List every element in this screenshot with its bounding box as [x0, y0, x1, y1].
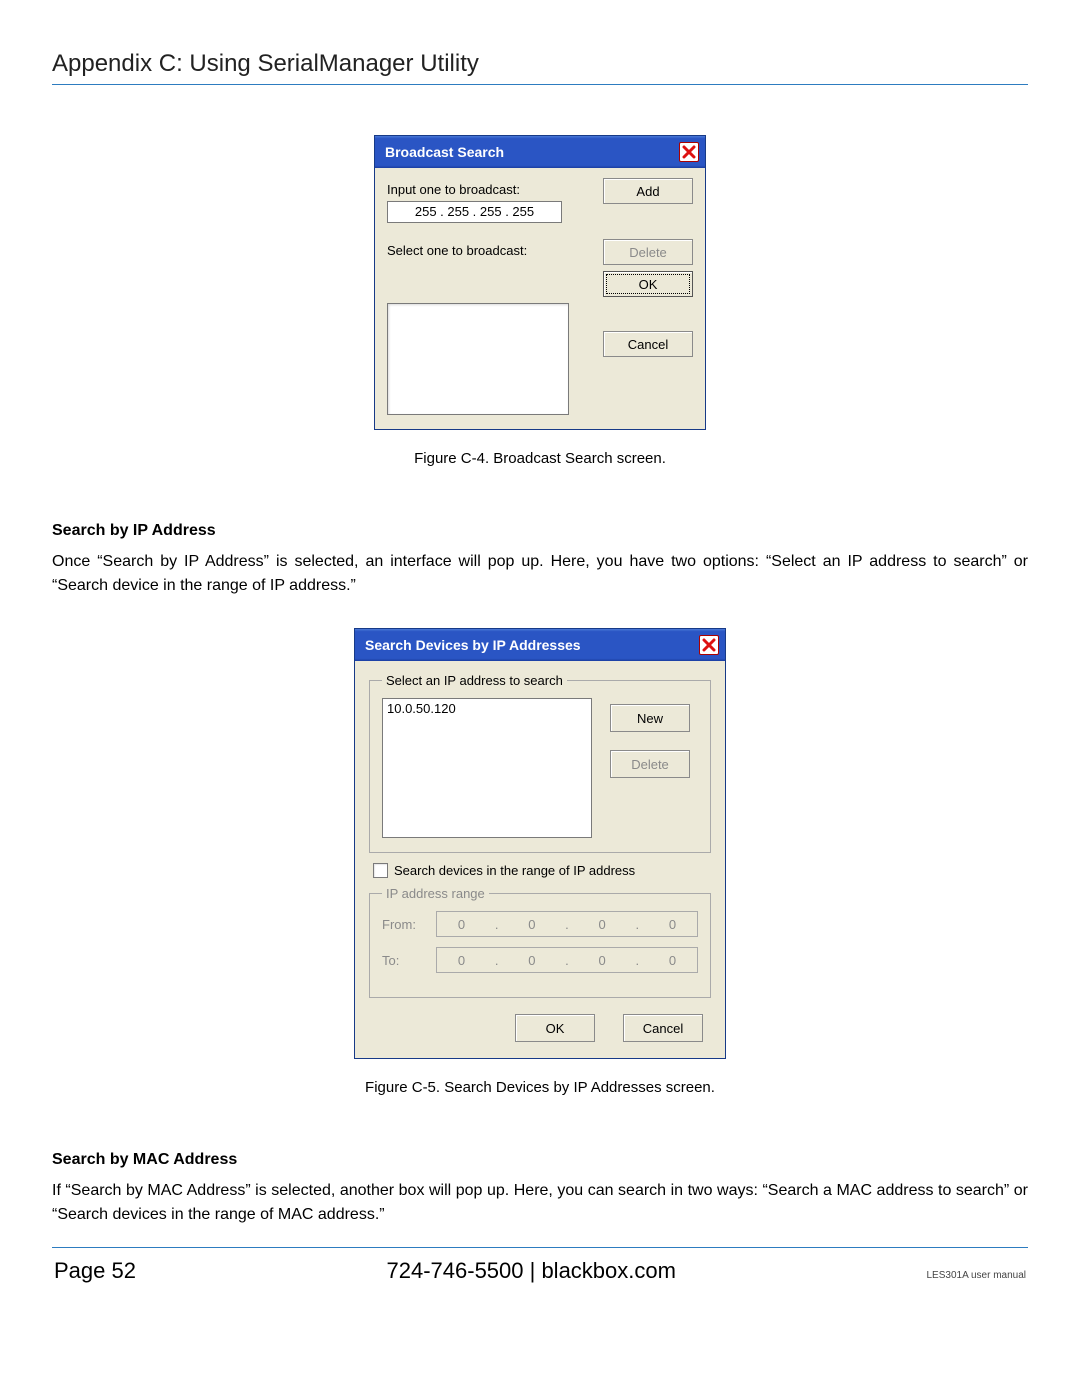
octet: 0: [458, 953, 465, 968]
select-ip-group: Select an IP address to search 10.0.50.1…: [369, 673, 711, 853]
section-heading-mac: Search by MAC Address: [52, 1151, 1028, 1169]
input-broadcast-label: Input one to broadcast:: [387, 178, 587, 197]
range-checkbox-label: Search devices in the range of IP addres…: [394, 863, 635, 878]
octet: 0: [528, 917, 535, 932]
to-ip-input: 0. 0. 0. 0: [436, 947, 698, 973]
delete-button[interactable]: Delete: [610, 750, 690, 778]
range-checkbox[interactable]: [373, 863, 388, 878]
octet: 0: [599, 953, 606, 968]
octet: 0: [528, 953, 535, 968]
page-title: Appendix C: Using SerialManager Utility: [52, 50, 1028, 78]
footer-rule: [52, 1247, 1028, 1248]
octet: 0: [458, 917, 465, 932]
ip-listbox[interactable]: 10.0.50.120: [382, 698, 592, 838]
new-button[interactable]: New: [610, 704, 690, 732]
figure-caption-c4: Figure C-4. Broadcast Search screen.: [52, 450, 1028, 467]
close-icon[interactable]: [699, 635, 719, 655]
ok-button[interactable]: OK: [515, 1014, 595, 1042]
dialog-title: Search Devices by IP Addresses: [365, 637, 581, 653]
search-ip-dialog: Search Devices by IP Addresses Select an…: [354, 628, 726, 1059]
figure-caption-c5: Figure C-5. Search Devices by IP Address…: [52, 1079, 1028, 1096]
ip-range-group: IP address range From: 0. 0. 0. 0 To:: [369, 886, 711, 998]
broadcast-search-dialog: Broadcast Search Input one to broadcast:…: [374, 135, 706, 430]
octet: 0: [599, 917, 606, 932]
from-label: From:: [382, 917, 426, 932]
dialog-titlebar: Search Devices by IP Addresses: [355, 629, 725, 661]
section-body-ip: Once “Search by IP Address” is selected,…: [52, 550, 1028, 598]
select-broadcast-label: Select one to broadcast:: [387, 239, 587, 265]
select-ip-legend: Select an IP address to search: [382, 673, 567, 688]
broadcast-listbox[interactable]: [387, 303, 569, 415]
close-icon[interactable]: [679, 142, 699, 162]
footer-manual: LES301A user manual: [926, 1270, 1026, 1281]
octet: 0: [669, 917, 676, 932]
section-heading-ip: Search by IP Address: [52, 522, 1028, 540]
add-button[interactable]: Add: [603, 178, 693, 204]
dialog-titlebar: Broadcast Search: [375, 136, 705, 168]
dialog-title: Broadcast Search: [385, 144, 504, 160]
page-number: Page 52: [54, 1258, 136, 1284]
ok-button[interactable]: OK: [603, 271, 693, 297]
broadcast-ip-input[interactable]: 255 . 255 . 255 . 255: [387, 201, 562, 223]
header-rule: [52, 84, 1028, 85]
octet: 0: [669, 953, 676, 968]
list-item[interactable]: 10.0.50.120: [387, 701, 587, 716]
from-ip-input: 0. 0. 0. 0: [436, 911, 698, 937]
cancel-button[interactable]: Cancel: [603, 331, 693, 357]
page-footer: Page 52 724-746-5500 | blackbox.com LES3…: [52, 1258, 1028, 1284]
to-label: To:: [382, 953, 426, 968]
delete-button[interactable]: Delete: [603, 239, 693, 265]
ip-range-legend: IP address range: [382, 886, 489, 901]
section-body-mac: If “Search by MAC Address” is selected, …: [52, 1179, 1028, 1227]
footer-contact: 724-746-5500 | blackbox.com: [387, 1258, 676, 1284]
cancel-button[interactable]: Cancel: [623, 1014, 703, 1042]
